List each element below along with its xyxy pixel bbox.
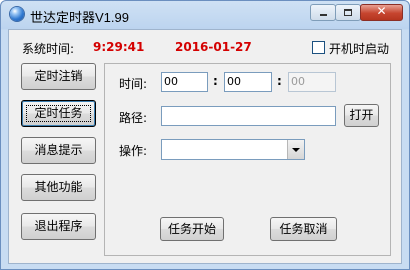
app-window: 世达定时器V1.99 ✕ 系统时间: 9:29:41 2016-01-27 开机… — [0, 0, 410, 270]
nav-exit-label: 退出程序 — [34, 219, 83, 233]
task-start-button[interactable]: 任务开始 — [160, 217, 224, 241]
title-bar[interactable]: 世达定时器V1.99 ✕ — [1, 1, 409, 29]
autostart-label[interactable]: 开机时启动 — [329, 40, 389, 57]
open-file-label: 打开 — [349, 108, 374, 122]
nav-message-reminder-button[interactable]: 消息提示 — [21, 137, 96, 164]
close-icon: ✕ — [376, 4, 387, 18]
system-time-value: 9:29:41 — [93, 40, 145, 54]
close-button[interactable]: ✕ — [360, 4, 403, 21]
client-area: 系统时间: 9:29:41 2016-01-27 开机时启动 定时注销 定时任务… — [8, 29, 402, 264]
hour-input[interactable]: 00 — [161, 72, 208, 92]
minimize-icon — [320, 14, 327, 16]
nav-other-functions-label: 其他功能 — [34, 180, 83, 194]
nav-message-reminder-label: 消息提示 — [34, 143, 83, 157]
action-label: 操作: — [119, 144, 148, 158]
nav-exit-button[interactable]: 退出程序 — [21, 213, 96, 240]
maximize-button[interactable] — [335, 4, 361, 21]
task-cancel-label: 任务取消 — [279, 222, 328, 236]
path-input[interactable] — [161, 106, 336, 126]
task-start-label: 任务开始 — [167, 222, 216, 236]
minimize-button[interactable] — [310, 4, 336, 21]
open-file-button[interactable]: 打开 — [344, 104, 379, 127]
time-colon-2: : — [277, 74, 282, 88]
path-label: 路径: — [119, 111, 148, 125]
task-cancel-button[interactable]: 任务取消 — [270, 217, 337, 241]
minute-input[interactable]: 00 — [224, 72, 272, 92]
autostart-checkbox[interactable] — [312, 41, 325, 54]
task-settings-panel: 时间: 00 : 00 : 00 路径: 打开 操作: 任务开始 任务取消 — [104, 63, 391, 256]
maximize-icon — [344, 9, 352, 16]
nav-logoff-timer-button[interactable]: 定时注销 — [21, 63, 96, 90]
focus-ring — [26, 105, 91, 122]
nav-other-functions-button[interactable]: 其他功能 — [21, 174, 96, 201]
app-globe-icon[interactable] — [10, 7, 24, 21]
nav-logoff-timer-label: 定时注销 — [34, 69, 83, 83]
chevron-down-icon[interactable] — [287, 140, 304, 159]
action-select[interactable] — [161, 139, 305, 160]
time-label: 时间: — [119, 77, 148, 91]
nav-timed-task-button[interactable]: 定时任务 — [21, 100, 96, 127]
window-title: 世达定时器V1.99 — [30, 10, 129, 25]
time-colon-1: : — [213, 74, 218, 88]
system-date-value: 2016-01-27 — [175, 40, 252, 54]
system-time-label: 系统时间: — [22, 42, 75, 56]
second-input: 00 — [288, 72, 336, 92]
